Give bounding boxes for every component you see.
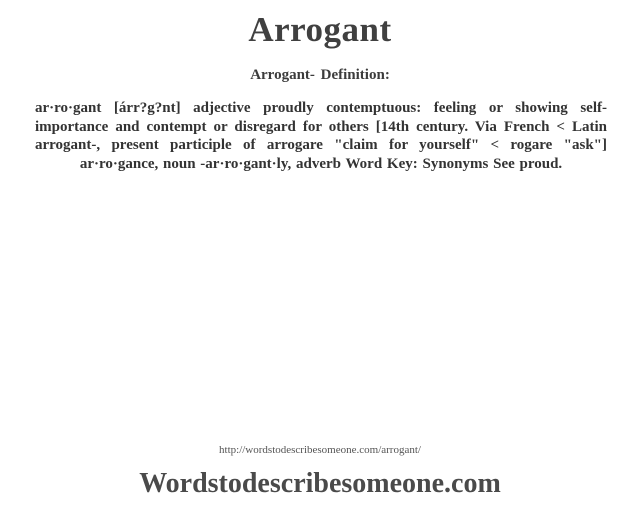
source-url: http://wordstodescribesomeone.com/arroga… xyxy=(219,444,421,456)
definition-heading: Arrogant- Definition: xyxy=(250,67,390,83)
page-title: Arrogant xyxy=(248,10,392,49)
site-name: Wordstodescribesomeone.com xyxy=(139,468,501,499)
definition-text: ar·ro·gant [árr?g?nt] adjective proudly … xyxy=(35,100,607,172)
